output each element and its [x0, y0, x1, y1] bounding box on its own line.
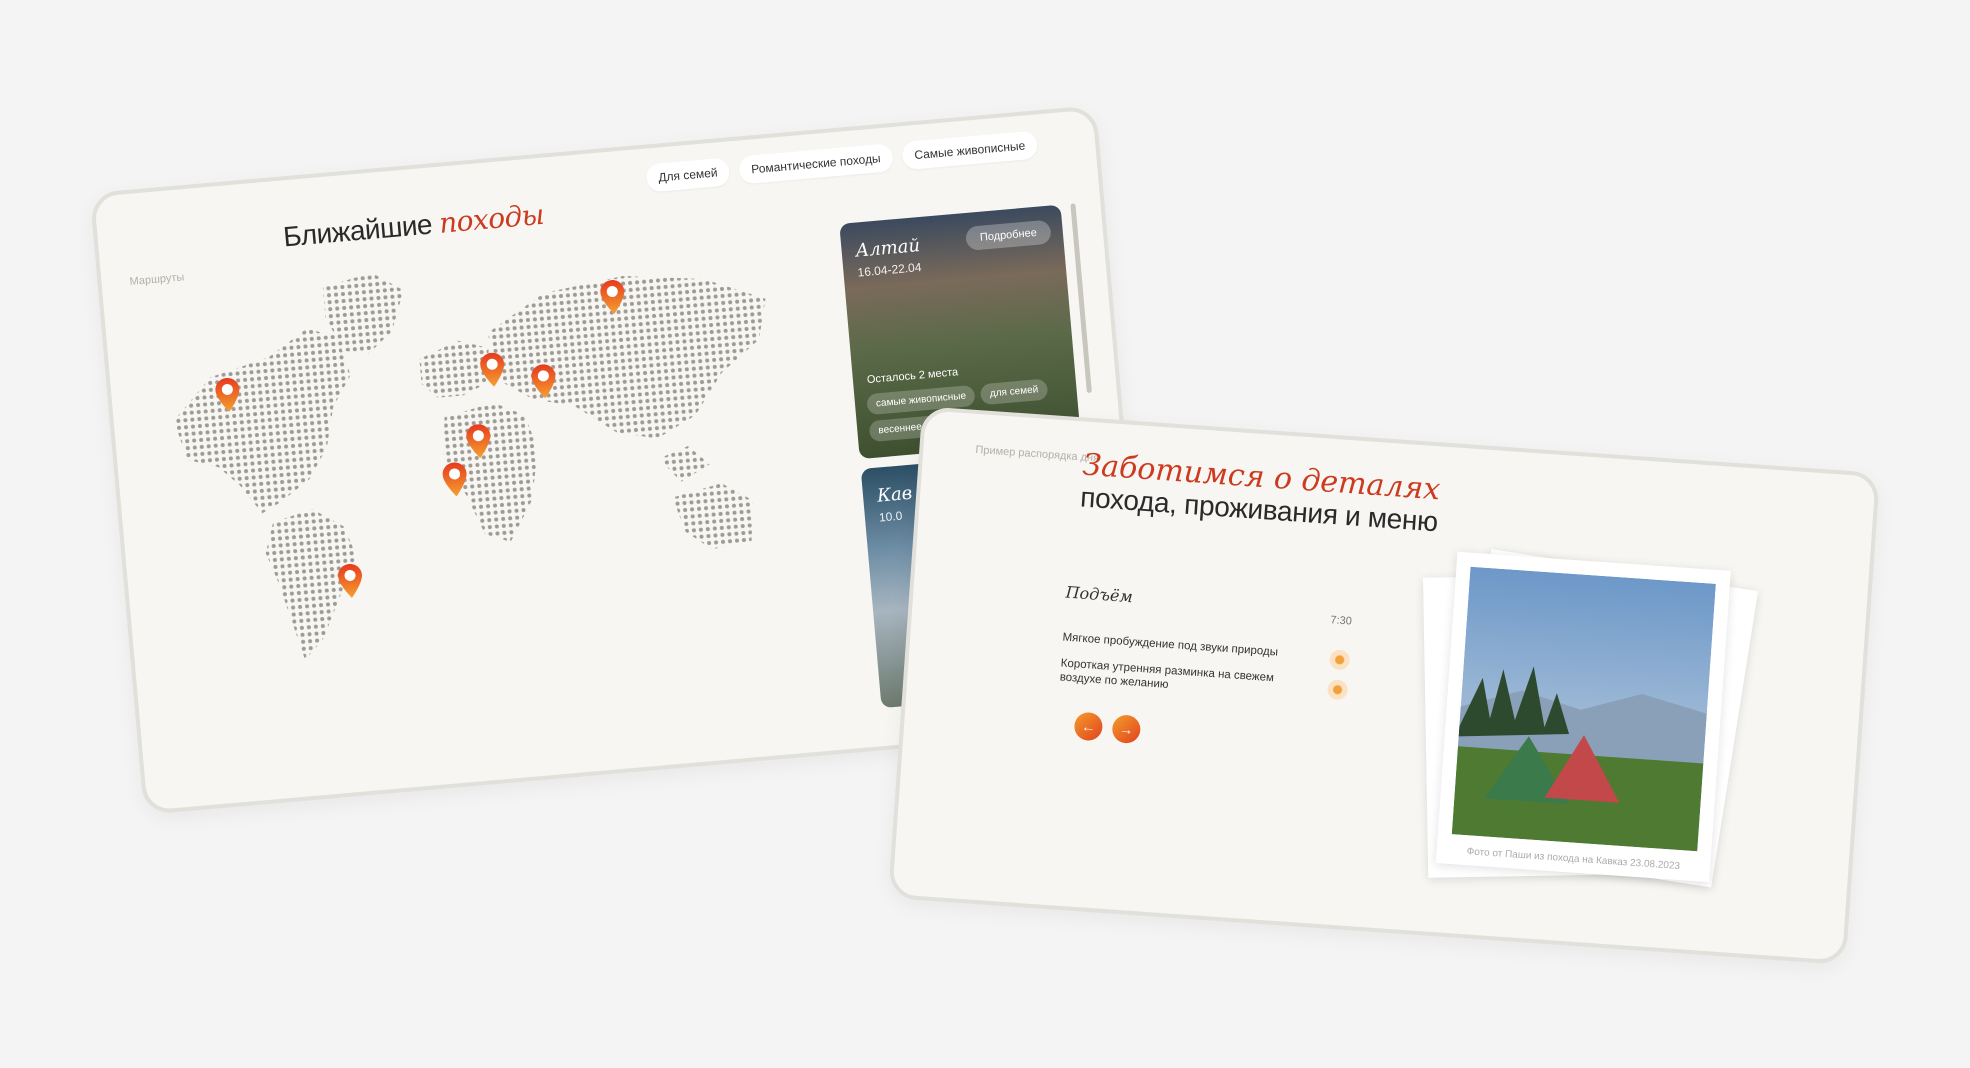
schedule-block-title: Подъём [1065, 582, 1134, 607]
more-button[interactable]: Подробнее [964, 219, 1052, 251]
section-label: Пример распорядка дня [975, 443, 1100, 465]
next-button[interactable]: → [1111, 714, 1142, 745]
sun-icon [1326, 679, 1349, 701]
destination-dates: 16.04-22.04 [856, 260, 922, 280]
schedule-item: Короткая утренняя разминка на свежем воз… [1059, 657, 1275, 691]
world-dot-map [173, 272, 766, 661]
places-left: Осталось 2 места [866, 366, 959, 387]
filter-scenic[interactable]: Самые живописные [901, 130, 1039, 171]
destination-name: Кав [876, 482, 914, 507]
page-title-plain: Ближайшие [281, 207, 441, 253]
destination-name: Алтай [854, 235, 921, 262]
tag: для семей [980, 378, 1049, 406]
prev-button[interactable]: ← [1073, 711, 1104, 742]
schedule-time: 7:30 [1330, 614, 1353, 628]
tent-photo [1451, 566, 1716, 852]
filter-bar: Для семей Романтические походы Самые жив… [645, 130, 1039, 193]
page-title-accent: походы [437, 197, 546, 240]
sun-icon [1329, 649, 1351, 671]
schedule-panel: Пример распорядка дня Заботимся о деталя… [887, 406, 1881, 965]
destination-dates: 10.0 [878, 508, 903, 525]
filter-romantic[interactable]: Романтические походы [738, 143, 894, 185]
schedule-item: Мягкое пробуждение под звуки природы [1062, 631, 1279, 659]
photo-card[interactable]: Фото от Паши из похода на Кавказ 23.08.2… [1435, 551, 1731, 883]
filter-families[interactable]: Для семей [645, 157, 731, 193]
